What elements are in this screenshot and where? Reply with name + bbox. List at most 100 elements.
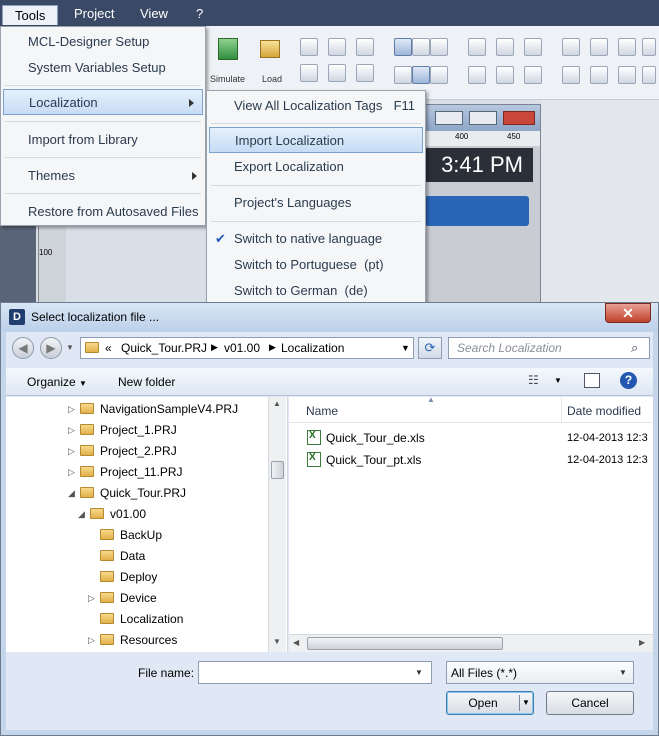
expand-icon[interactable]: ▷ xyxy=(68,441,75,461)
menu-item-system-variables-setup[interactable]: System Variables Setup xyxy=(1,55,205,81)
scroll-left-icon[interactable]: ◀ xyxy=(293,638,299,647)
vertical-scrollbar[interactable]: ▲ ▼ xyxy=(268,397,286,652)
breadcrumb-quick-tour[interactable]: Quick_Tour.PRJ xyxy=(121,341,207,355)
tree-item[interactable]: NavigationSampleV4.PRJ xyxy=(80,399,238,419)
menu-item-export-localization[interactable]: Export Localization xyxy=(207,154,425,180)
file-row[interactable]: Quick_Tour_pt.xls 12-04-2013 12:3 xyxy=(307,452,653,472)
ungroup-icon[interactable] xyxy=(524,66,542,84)
menu-item-project-languages[interactable]: Project's Languages xyxy=(207,190,425,216)
breadcrumb-localization[interactable]: Localization xyxy=(281,341,344,355)
file-row[interactable]: Quick_Tour_de.xls 12-04-2013 12:3 xyxy=(307,430,653,450)
expand-icon[interactable]: ▷ xyxy=(68,420,75,440)
expand-icon[interactable]: ▷ xyxy=(88,588,95,608)
chevron-right-icon[interactable]: ▶ xyxy=(211,342,218,353)
minimize-icon[interactable] xyxy=(435,111,463,125)
scroll-thumb[interactable] xyxy=(271,461,284,479)
view-options-icon[interactable]: ☷ xyxy=(528,373,539,387)
forward-icon[interactable]: ▶ xyxy=(40,337,62,359)
tree-item[interactable]: Localization xyxy=(100,609,183,629)
expand-icon[interactable]: ▷ xyxy=(68,462,75,482)
breadcrumb-v01[interactable]: v01.00 xyxy=(224,341,260,355)
menu-item-switch-native[interactable]: ✔ Switch to native language xyxy=(207,226,425,252)
align-center-icon[interactable] xyxy=(412,38,430,56)
distribute-v-icon[interactable] xyxy=(590,66,608,84)
list-icon[interactable] xyxy=(328,64,346,82)
tree-item[interactable]: v01.00 xyxy=(90,504,146,524)
chevron-down-icon[interactable]: ▼ xyxy=(401,343,410,353)
tree-item[interactable]: BackUp xyxy=(100,525,162,545)
tree-item[interactable]: Project_2.PRJ xyxy=(80,441,177,461)
address-bar[interactable]: « Quick_Tour.PRJ ▶ v01.00 ▶ Localization… xyxy=(80,337,414,359)
same-width-icon[interactable] xyxy=(642,66,656,84)
menu-project[interactable]: Project xyxy=(62,4,126,24)
collapse-icon[interactable]: ◢ xyxy=(68,483,75,503)
menu-item-switch-portuguese[interactable]: Switch to Portuguese (pt) xyxy=(207,252,425,278)
scroll-up-icon[interactable]: ▲ xyxy=(273,399,281,408)
tree-item[interactable]: Deploy xyxy=(100,567,157,587)
recent-dropdown-icon[interactable]: ▼ xyxy=(66,343,74,352)
scroll-right-icon[interactable]: ▶ xyxy=(639,638,645,647)
help-icon[interactable]: ? xyxy=(620,372,637,389)
align-objects-more-icon[interactable] xyxy=(642,38,656,56)
tree-item[interactable]: Project_1.PRJ xyxy=(80,420,177,440)
back-icon[interactable]: ◀ xyxy=(12,337,34,359)
menu-view[interactable]: View xyxy=(128,4,180,24)
menu-help[interactable]: ? xyxy=(184,4,215,24)
valign-top-icon[interactable] xyxy=(394,66,412,84)
menu-item-import-localization[interactable]: Import Localization xyxy=(209,127,423,153)
file-name-input[interactable]: ▼ xyxy=(198,661,432,684)
expand-icon[interactable]: ▷ xyxy=(68,399,75,419)
chevron-down-icon[interactable]: ▼ xyxy=(522,692,530,714)
chevron-down-icon[interactable]: ▼ xyxy=(554,376,562,385)
chevron-right-icon[interactable]: ▶ xyxy=(269,342,276,353)
menu-tools[interactable]: Tools xyxy=(2,5,59,25)
preview-close-icon[interactable] xyxy=(503,111,535,125)
chevron-down-icon[interactable]: ▼ xyxy=(415,668,423,677)
column-name[interactable]: Name xyxy=(306,404,338,418)
menu-item-restore-autosaved[interactable]: Restore from Autosaved Files xyxy=(1,199,205,225)
valign-bottom-icon[interactable] xyxy=(430,66,448,84)
scroll-thumb[interactable] xyxy=(307,637,503,650)
preview-pane-icon[interactable] xyxy=(584,373,600,388)
close-icon[interactable]: ✕ xyxy=(605,303,651,323)
menu-item-import-from-library[interactable]: Import from Library xyxy=(1,127,205,153)
menu-item-view-all-tags[interactable]: View All Localization Tags F11 xyxy=(207,93,425,119)
search-input[interactable]: Search Localization ⌕ xyxy=(448,337,650,359)
breadcrumb-overflow[interactable]: « xyxy=(105,341,112,355)
paste-icon[interactable] xyxy=(356,38,374,56)
align-objects-left-icon[interactable] xyxy=(562,38,580,56)
tree-item[interactable]: Data xyxy=(100,546,145,566)
delete-frame-icon[interactable] xyxy=(496,66,514,84)
search-icon[interactable]: ⌕ xyxy=(631,340,638,356)
cut-icon[interactable] xyxy=(300,38,318,56)
align-objects-center-icon[interactable] xyxy=(590,38,608,56)
menu-item-localization[interactable]: Localization xyxy=(3,89,203,115)
tree-item[interactable]: Project_11.PRJ xyxy=(80,462,182,482)
frame-icon[interactable] xyxy=(468,66,486,84)
chevron-down-icon[interactable]: ▼ xyxy=(619,668,627,677)
align-right-icon[interactable] xyxy=(430,38,448,56)
menu-item-switch-german[interactable]: Switch to German (de) xyxy=(207,278,425,304)
tree-item[interactable]: Quick_Tour.PRJ xyxy=(80,483,186,503)
tree-item[interactable]: Resources xyxy=(100,630,177,650)
menu-item-mcl-designer-setup[interactable]: MCL-Designer Setup xyxy=(1,29,205,55)
group-icon[interactable] xyxy=(524,38,542,56)
horizontal-scrollbar[interactable]: ◀ ▶ xyxy=(289,634,653,652)
distribute-h-icon[interactable] xyxy=(562,66,580,84)
scroll-down-icon[interactable]: ▼ xyxy=(273,637,281,646)
collapse-icon[interactable]: ◢ xyxy=(78,504,85,524)
load-icon[interactable] xyxy=(260,40,280,58)
valign-middle-icon[interactable] xyxy=(412,66,430,84)
copy-icon[interactable] xyxy=(328,38,346,56)
send-back-icon[interactable] xyxy=(496,38,514,56)
column-date-modified[interactable]: Date modified xyxy=(567,404,641,418)
organize-button[interactable]: Organize ▼ xyxy=(27,375,87,389)
tree-item[interactable]: Device xyxy=(100,588,157,608)
align-objects-bottom-icon[interactable] xyxy=(618,38,636,56)
undo-icon[interactable] xyxy=(300,64,318,82)
bring-front-icon[interactable] xyxy=(468,38,486,56)
cancel-button[interactable]: Cancel xyxy=(546,691,634,715)
simulate-icon[interactable] xyxy=(218,38,238,60)
redo-icon[interactable] xyxy=(356,64,374,82)
file-type-select[interactable]: All Files (*.*) ▼ xyxy=(446,661,634,684)
